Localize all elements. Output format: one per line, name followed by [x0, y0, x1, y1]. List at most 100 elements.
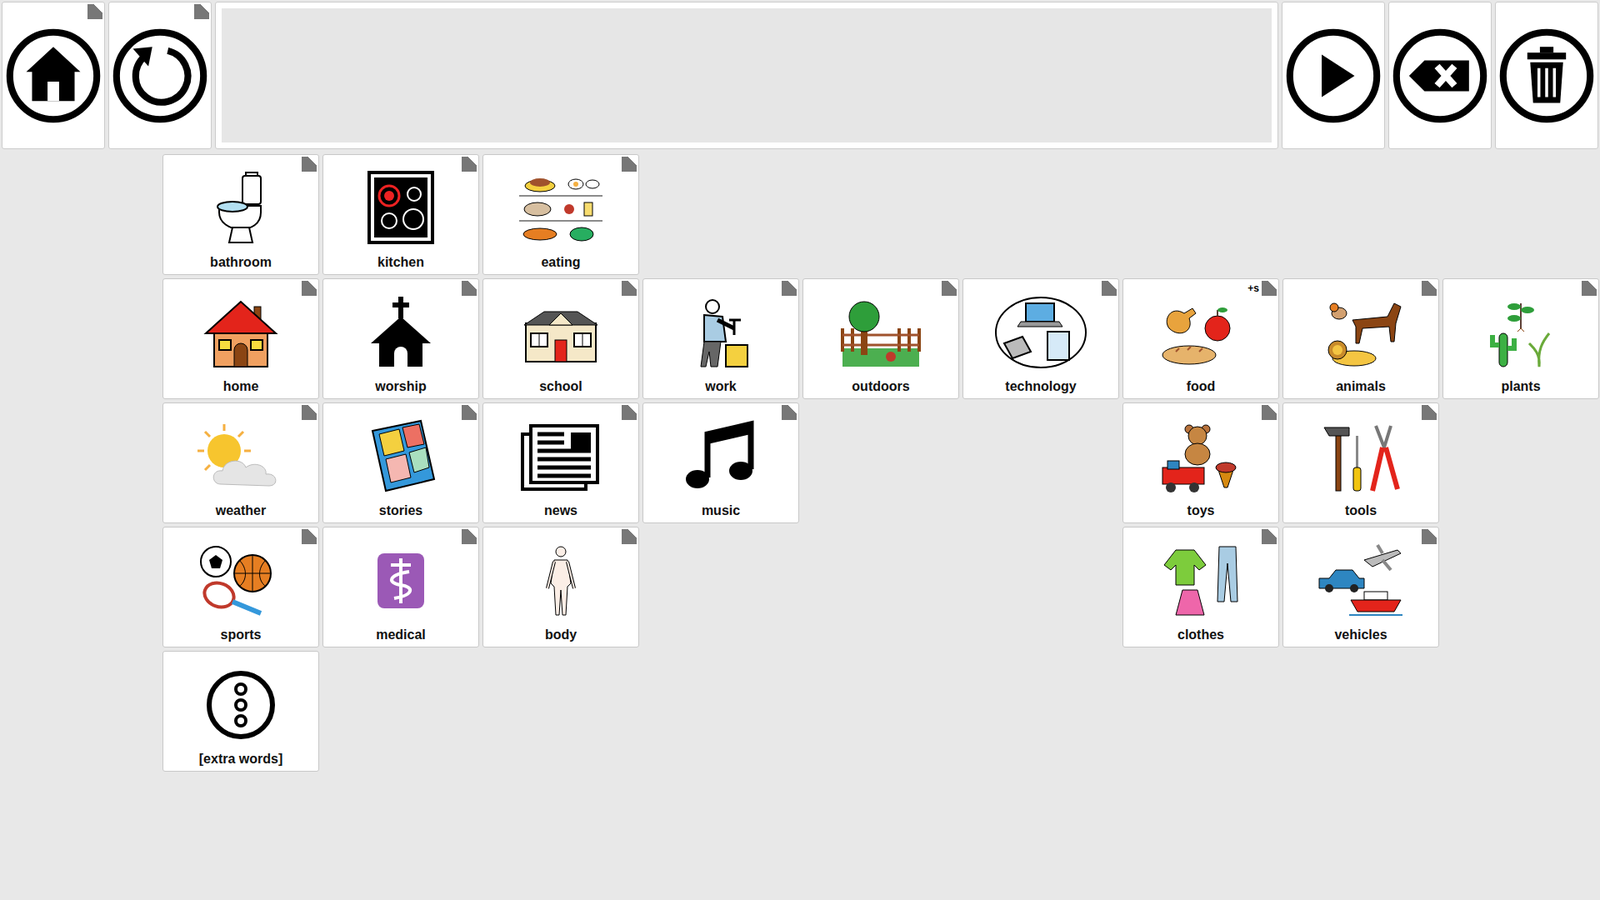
empty-slot	[642, 526, 800, 648]
symbol-button[interactable]: plants	[1442, 278, 1600, 400]
symbol-button[interactable]: stories	[322, 402, 480, 524]
empty-slot	[962, 526, 1120, 648]
folder-mark	[621, 405, 637, 420]
home-button[interactable]	[1, 1, 105, 150]
empty-slot	[482, 650, 640, 772]
symbol-label: home	[223, 378, 260, 395]
clear-button[interactable]	[1495, 1, 1599, 150]
empty-slot	[802, 154, 960, 275]
symbol-label: bathroom	[210, 254, 272, 271]
symbol-picture	[1470, 285, 1571, 379]
symbol-button[interactable]: work	[642, 278, 800, 400]
symbol-picture	[350, 410, 451, 503]
park-icon	[830, 295, 931, 370]
meal-icon	[510, 170, 611, 246]
aac-board: bathroom kitchen eating home worship school wo…	[0, 0, 1600, 900]
symbol-button[interactable]: vehicles	[1282, 526, 1440, 648]
symbol-button[interactable]: news	[482, 402, 640, 524]
ellipsis-icon	[190, 667, 291, 743]
greenery-icon	[1470, 295, 1571, 370]
symbol-label: animals	[1335, 378, 1386, 395]
symbol-button[interactable]: toys	[1122, 402, 1280, 524]
symbol-button[interactable]: kitchen	[322, 154, 480, 275]
empty-slot	[962, 154, 1120, 275]
symbol-picture	[190, 410, 291, 503]
symbol-picture	[510, 410, 611, 503]
symbol-button[interactable]: music	[642, 402, 800, 524]
folder-mark	[461, 405, 477, 420]
caduceus-icon	[350, 543, 451, 619]
symbol-button[interactable]: medical	[322, 526, 480, 648]
folder-mark	[1261, 405, 1277, 420]
symbol-button[interactable]: [extra words]	[162, 650, 320, 772]
symbol-label: news	[544, 502, 578, 520]
plural-badge: +s	[1247, 282, 1260, 295]
symbol-label: worship	[375, 378, 426, 395]
devices-icon	[990, 295, 1091, 370]
symbol-button[interactable]: body	[482, 526, 640, 648]
symbol-button[interactable]: home	[162, 278, 320, 400]
symbol-button[interactable]: technology	[962, 278, 1120, 400]
back-button[interactable]	[108, 1, 212, 150]
message-bar[interactable]	[215, 1, 1279, 150]
folder-mark	[1421, 280, 1437, 296]
symbol-picture	[350, 161, 451, 255]
backspace-button[interactable]	[1388, 1, 1492, 150]
folder-mark	[1581, 280, 1597, 296]
symbol-label: school	[539, 378, 583, 395]
empty-slot	[802, 650, 960, 772]
symbol-button[interactable]: worship	[322, 278, 480, 400]
refresh-icon	[111, 27, 209, 125]
folder-mark	[461, 156, 477, 172]
symbol-button[interactable]: sports	[162, 526, 320, 648]
teddy-icon	[1150, 419, 1251, 495]
symbol-button[interactable]: bathroom	[162, 154, 320, 275]
symbol-label: vehicles	[1334, 626, 1387, 644]
book-icon	[350, 419, 451, 495]
symbol-button[interactable]: tools	[1282, 402, 1440, 524]
transport-icon	[1310, 543, 1411, 619]
empty-slot	[1442, 402, 1600, 524]
empty-slot	[642, 650, 800, 772]
trash-icon	[1498, 27, 1595, 125]
symbol-picture	[1150, 534, 1251, 627]
symbol-label: eating	[540, 254, 580, 271]
symbol-button[interactable]: outdoors	[802, 278, 960, 400]
symbol-picture	[350, 534, 451, 627]
symbol-button[interactable]: +sfood	[1122, 278, 1280, 400]
empty-slot	[962, 650, 1120, 772]
symbol-picture	[1310, 410, 1411, 503]
empty-slot	[1442, 650, 1600, 772]
symbol-button[interactable]: weather	[162, 402, 320, 524]
empty-slot	[1122, 154, 1280, 275]
folder-mark	[1261, 529, 1277, 545]
folder-mark	[621, 280, 637, 296]
folder-mark	[301, 280, 317, 296]
play-button[interactable]	[1281, 1, 1385, 150]
home-icon	[5, 27, 102, 125]
symbol-picture	[190, 534, 291, 627]
message-text	[221, 8, 1272, 143]
symbol-button[interactable]: eating	[482, 154, 640, 275]
empty-slot	[1442, 154, 1600, 275]
folder-mark	[621, 156, 637, 172]
symbol-label: kitchen	[377, 254, 425, 271]
symbol-picture	[190, 285, 291, 379]
sun-icon	[190, 419, 291, 495]
symbol-picture	[190, 161, 291, 255]
empty-slot	[802, 526, 960, 648]
symbol-button[interactable]: clothes	[1122, 526, 1280, 648]
folder-mark	[301, 529, 317, 545]
folder-mark	[301, 405, 317, 420]
symbol-button[interactable]: animals	[1282, 278, 1440, 400]
symbol-picture	[510, 161, 611, 255]
grid-row: homeworshipschoolworkoutdoorstechnology+…	[162, 278, 1600, 400]
symbol-picture	[350, 285, 451, 379]
grid-row: sports medicalbody clothes vehicles	[162, 526, 1600, 648]
symbol-button[interactable]: school	[482, 278, 640, 400]
balls-icon	[190, 543, 291, 619]
stove-icon	[350, 170, 451, 246]
folder-mark	[781, 405, 797, 420]
folder-mark	[1421, 405, 1437, 420]
symbol-label: sports	[220, 626, 262, 644]
